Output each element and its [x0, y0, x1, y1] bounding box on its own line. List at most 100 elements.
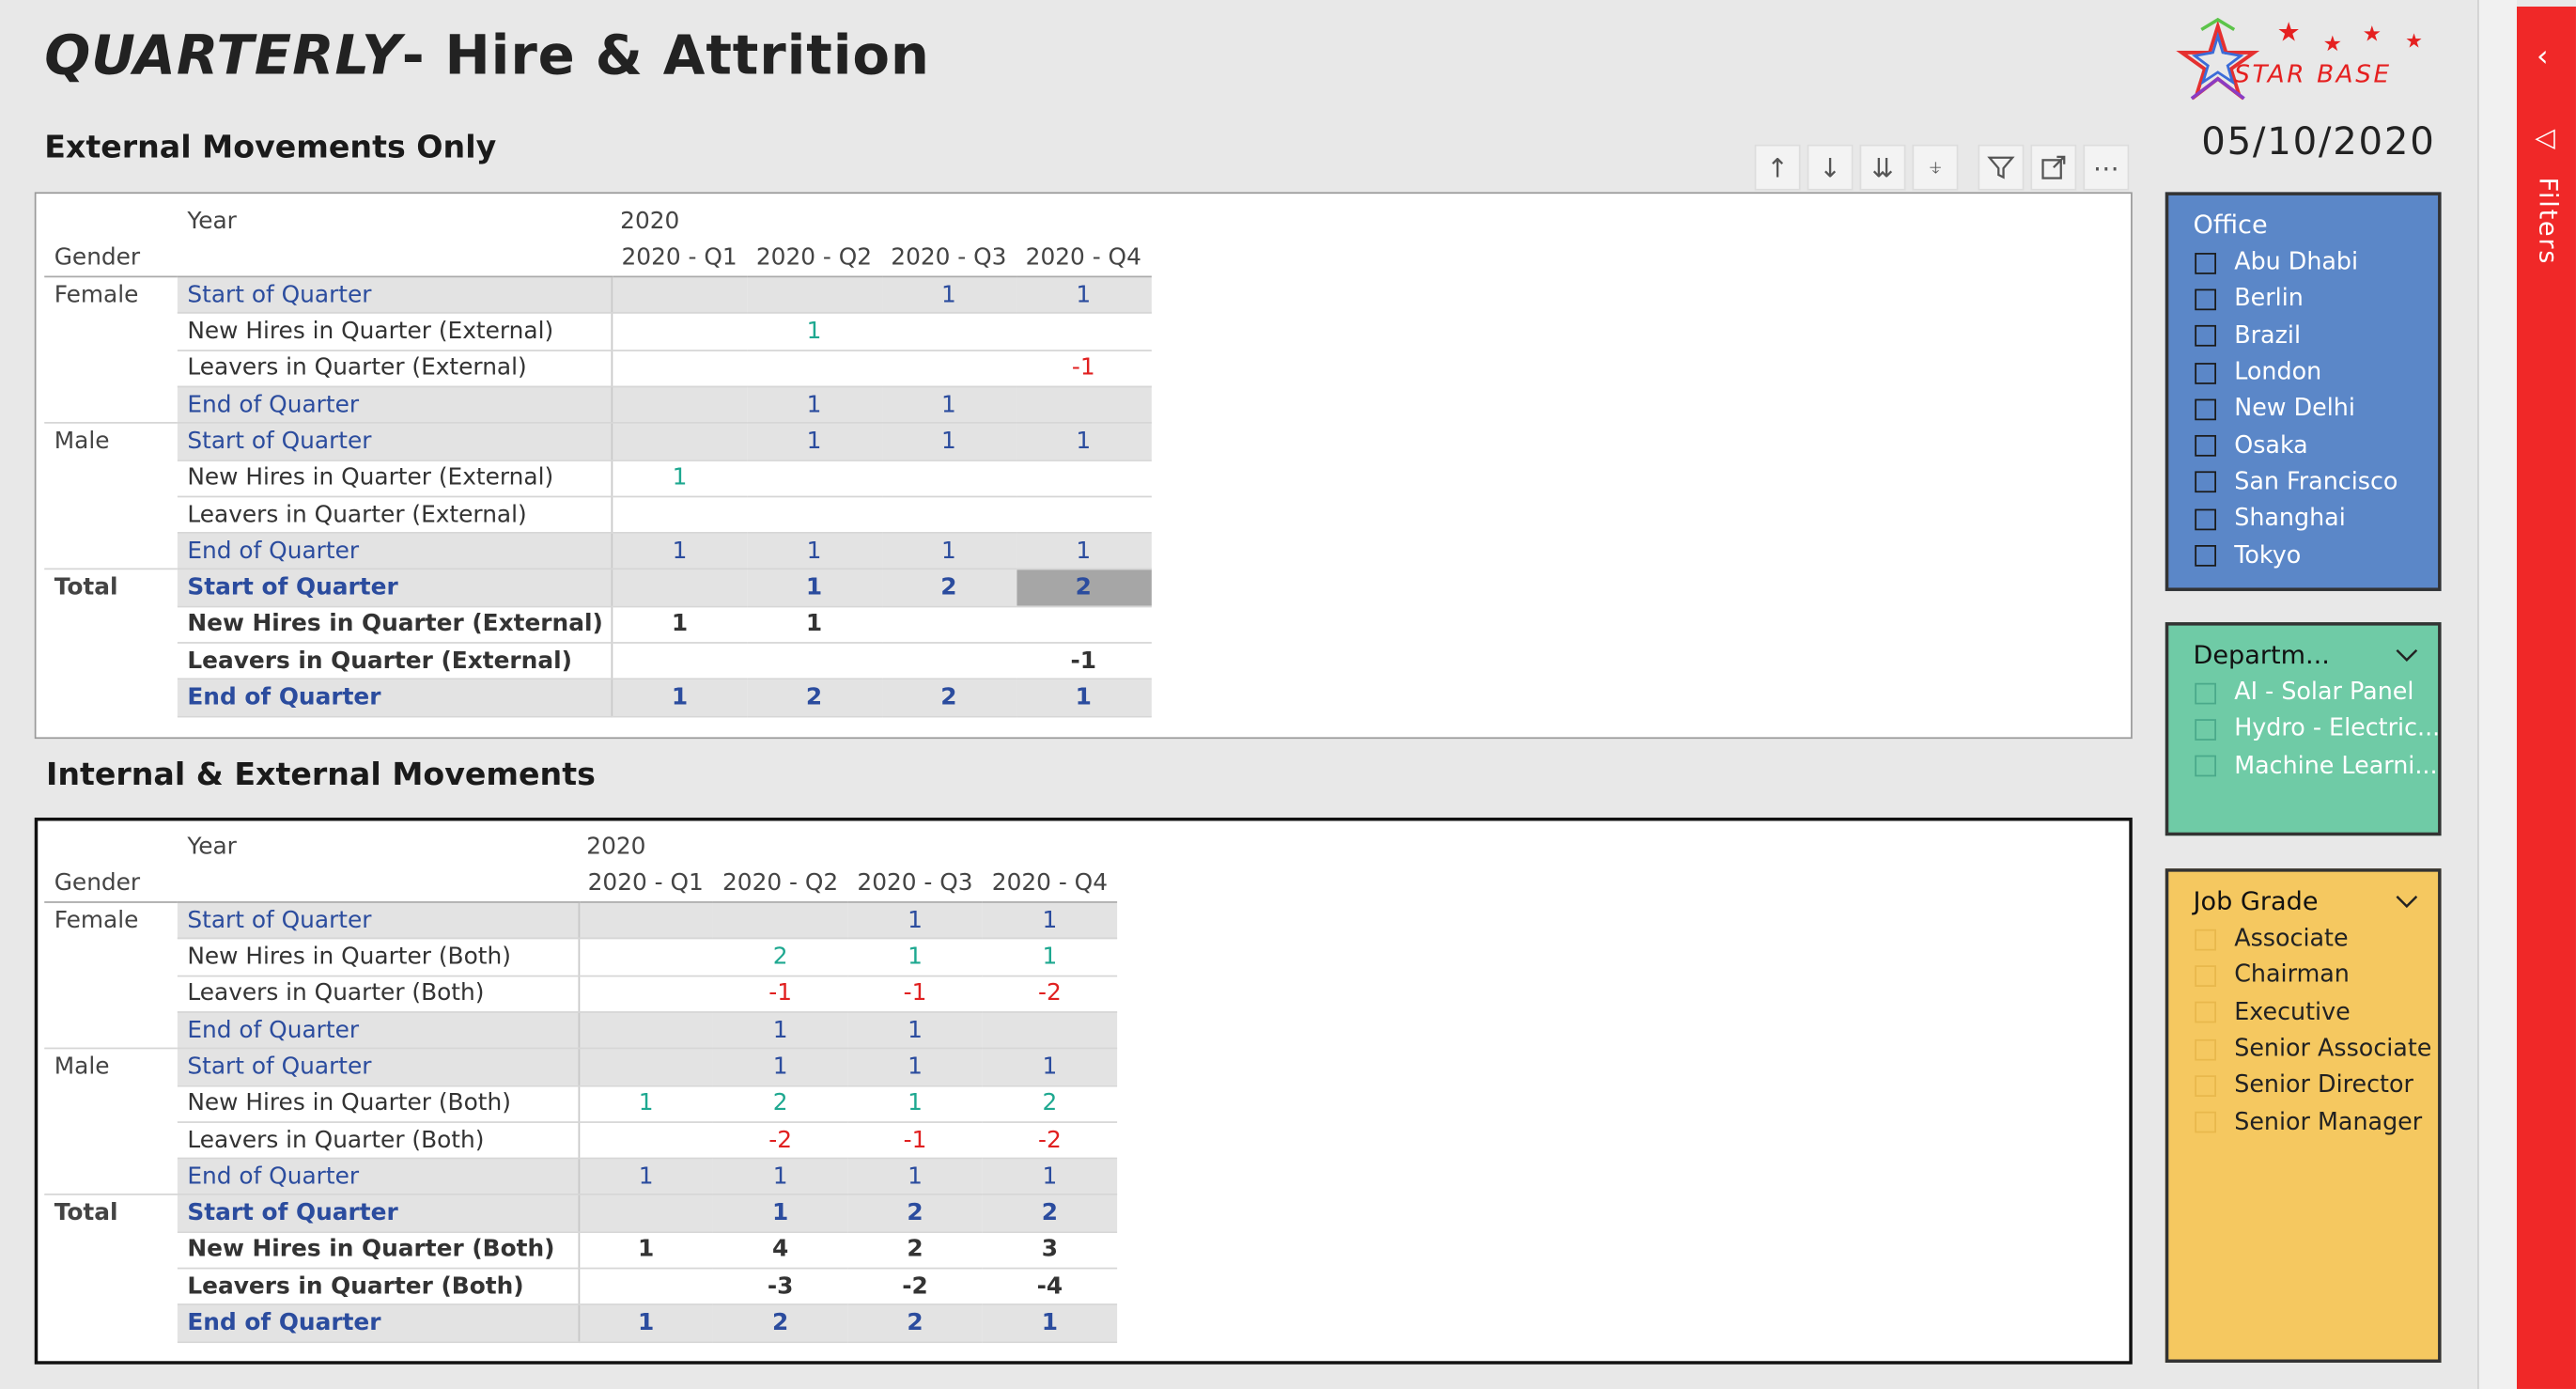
value-cell[interactable]: 1	[746, 423, 882, 461]
value-cell[interactable]: 1	[612, 460, 747, 498]
value-cell[interactable]: 2	[982, 1194, 1118, 1233]
checkbox[interactable]	[2195, 545, 2216, 567]
row-gender[interactable]	[44, 1012, 178, 1049]
value-cell[interactable]: 2	[982, 1085, 1118, 1123]
row-measure[interactable]: New Hires in Quarter (Both)	[177, 1085, 580, 1123]
row-measure[interactable]: Leavers in Quarter (Both)	[177, 975, 580, 1013]
value-cell[interactable]: 1	[982, 939, 1118, 976]
header-quarter[interactable]: 2020 - Q2	[712, 866, 848, 904]
slicer-item[interactable]: London	[2168, 354, 2438, 391]
header-quarter[interactable]: 2020 - Q4	[982, 866, 1118, 904]
value-cell[interactable]	[881, 606, 1016, 644]
row-measure[interactable]: Leavers in Quarter (External)	[177, 643, 613, 680]
header-quarter[interactable]: 2020 - Q3	[881, 240, 1016, 278]
checkbox[interactable]	[2195, 929, 2216, 950]
value-cell[interactable]: 2	[746, 679, 882, 717]
value-cell[interactable]	[1016, 606, 1151, 644]
row-measure[interactable]: New Hires in Quarter (Both)	[177, 1231, 580, 1270]
value-cell[interactable]: 2	[881, 570, 1016, 607]
value-cell[interactable]	[612, 643, 747, 680]
value-cell[interactable]: 1	[1016, 423, 1151, 461]
value-cell[interactable]: 1	[982, 1158, 1118, 1196]
row-gender[interactable]	[44, 386, 178, 423]
value-cell[interactable]	[881, 643, 1016, 680]
header-quarter[interactable]: 2020 - Q4	[1016, 240, 1151, 278]
value-cell[interactable]	[881, 460, 1016, 498]
arrow-down-icon[interactable]: ↓	[1807, 144, 1854, 191]
value-cell[interactable]: 1	[712, 1048, 848, 1086]
checkbox[interactable]	[2195, 1074, 2216, 1097]
value-cell[interactable]: 1	[847, 1048, 983, 1086]
value-cell[interactable]: 2	[847, 1231, 983, 1270]
value-cell[interactable]: 2	[847, 1194, 983, 1233]
value-cell[interactable]: 1	[712, 1158, 848, 1196]
row-measure[interactable]: New Hires in Quarter (External)	[177, 313, 613, 351]
slicer-item[interactable]: Shanghai	[2168, 501, 2438, 538]
value-cell[interactable]: 2	[712, 1085, 848, 1123]
value-cell[interactable]: 1	[982, 1304, 1118, 1343]
slicer-item[interactable]: Chairman	[2168, 958, 2438, 994]
value-cell[interactable]	[612, 496, 747, 535]
value-cell[interactable]: 1	[578, 1085, 713, 1123]
checkbox[interactable]	[2195, 362, 2216, 383]
checkbox[interactable]	[2195, 1038, 2216, 1060]
value-cell[interactable]: -1	[712, 975, 848, 1013]
checkbox[interactable]	[2195, 719, 2216, 741]
value-cell[interactable]: 2	[881, 679, 1016, 717]
value-cell[interactable]: 1	[746, 313, 882, 351]
row-measure[interactable]: Leavers in Quarter (External)	[177, 496, 613, 535]
value-cell[interactable]: 1	[578, 1304, 713, 1343]
row-gender[interactable]: Total	[44, 1194, 178, 1232]
checkbox[interactable]	[2195, 965, 2216, 987]
header-quarter[interactable]: 2020 - Q2	[746, 240, 882, 278]
value-cell[interactable]: -2	[847, 1268, 983, 1306]
slicer-item[interactable]: Machine Learni...	[2168, 748, 2438, 785]
more-options-icon[interactable]: ⋯	[2083, 144, 2130, 191]
checkbox[interactable]	[2195, 682, 2216, 704]
chevron-down-icon[interactable]	[2396, 893, 2418, 909]
value-cell[interactable]	[746, 350, 882, 388]
header-quarter[interactable]: 2020 - Q3	[847, 866, 983, 904]
value-cell[interactable]: -1	[1016, 350, 1151, 388]
row-measure[interactable]: New Hires in Quarter (Both)	[177, 939, 580, 976]
filters-pane-collapsed[interactable]: ‹ ◁ Filters	[2517, 6, 2576, 1389]
row-gender[interactable]	[44, 1305, 178, 1342]
value-cell[interactable]	[712, 902, 848, 940]
slicer-item[interactable]: Executive	[2168, 994, 2438, 1031]
value-cell[interactable]: 1	[881, 533, 1016, 571]
value-cell[interactable]	[578, 1121, 713, 1160]
value-cell[interactable]: 1	[982, 902, 1118, 940]
row-gender[interactable]	[44, 643, 178, 679]
value-cell[interactable]: 2	[712, 939, 848, 976]
value-cell[interactable]	[881, 313, 1016, 351]
header-quarter[interactable]: 2020 - Q1	[578, 866, 713, 904]
slicer-item[interactable]: Brazil	[2168, 318, 2438, 354]
filter-icon[interactable]	[1978, 144, 2025, 191]
value-cell[interactable]: 1	[847, 902, 983, 940]
value-cell[interactable]	[982, 1011, 1118, 1050]
row-gender[interactable]	[44, 975, 178, 1012]
value-cell[interactable]: -3	[712, 1268, 848, 1306]
checkbox[interactable]	[2195, 756, 2216, 777]
row-measure[interactable]: End of Quarter	[177, 533, 613, 571]
value-cell[interactable]: 1	[712, 1194, 848, 1233]
slicer-item[interactable]: Hydro - Electric...	[2168, 711, 2438, 748]
row-measure[interactable]: End of Quarter	[177, 1011, 580, 1050]
row-measure[interactable]: End of Quarter	[177, 679, 613, 717]
value-cell[interactable]	[578, 1194, 713, 1233]
row-measure[interactable]: Leavers in Quarter (Both)	[177, 1268, 580, 1306]
row-measure[interactable]: Start of Quarter	[177, 570, 613, 607]
checkbox[interactable]	[2195, 435, 2216, 457]
row-measure[interactable]: Start of Quarter	[177, 1194, 580, 1233]
slicer-item[interactable]: Senior Associate	[2168, 1031, 2438, 1068]
row-gender[interactable]: Male	[44, 1048, 178, 1085]
value-cell[interactable]	[881, 350, 1016, 388]
value-cell[interactable]: 1	[1016, 679, 1151, 717]
value-cell[interactable]: 1	[982, 1048, 1118, 1086]
value-cell[interactable]	[612, 570, 747, 607]
value-cell[interactable]: 2	[1016, 570, 1151, 607]
page-scrollbar[interactable]	[2477, 0, 2518, 1389]
value-cell[interactable]: -1	[847, 975, 983, 1013]
checkbox[interactable]	[2195, 472, 2216, 493]
value-cell[interactable]: -2	[712, 1121, 848, 1160]
